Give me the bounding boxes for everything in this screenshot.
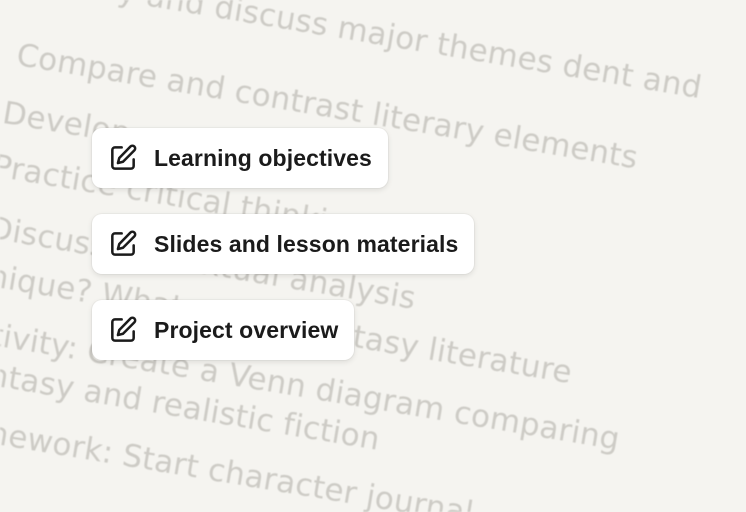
slides-and-lesson-materials-label: Slides and lesson materials — [154, 230, 459, 257]
project-overview-label: Project overview — [154, 316, 339, 343]
edit-icon — [106, 227, 140, 261]
edit-icon — [106, 313, 140, 347]
project-overview-button[interactable]: Project overview — [92, 300, 355, 360]
learning-objectives-button[interactable]: Learning objectives — [92, 128, 388, 188]
edit-icon — [106, 141, 140, 175]
learning-objectives-label: Learning objectives — [154, 144, 372, 171]
slides-and-lesson-materials-button[interactable]: Slides and lesson materials — [92, 214, 475, 274]
